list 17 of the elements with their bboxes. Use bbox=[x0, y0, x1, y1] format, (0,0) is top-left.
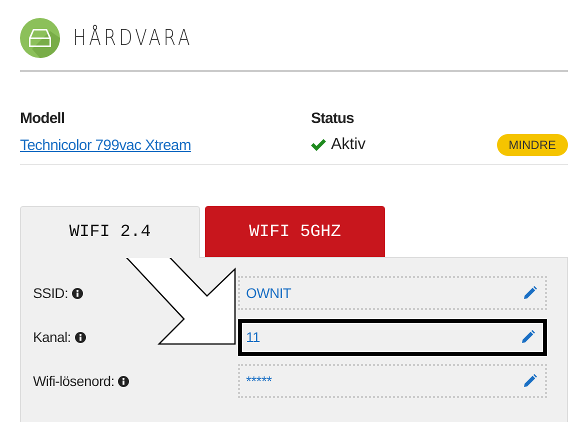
field-label: Wifi-lösenord: bbox=[33, 373, 114, 389]
column-header: Modell bbox=[20, 110, 66, 129]
input-field[interactable]: OWNIT bbox=[238, 276, 547, 310]
page-title: HÅRDVARA bbox=[73, 26, 193, 50]
field-label: SSID: bbox=[33, 285, 68, 301]
field-value: 11 bbox=[246, 329, 260, 345]
column-header: Status bbox=[311, 110, 355, 129]
tab[interactable]: WIFI 5GHZ bbox=[205, 206, 385, 257]
less-button[interactable]: MINDRE bbox=[496, 134, 568, 156]
tab[interactable]: WIFI 2.4 bbox=[20, 206, 200, 258]
field-value: ***** bbox=[246, 373, 272, 389]
status-text: Aktiv bbox=[331, 136, 366, 154]
field-value: OWNIT bbox=[246, 285, 292, 301]
model-link[interactable]: Technicolor 799vac Xtream bbox=[20, 136, 191, 154]
input-field[interactable]: 11 bbox=[238, 318, 547, 356]
field-label: Kanal: bbox=[33, 329, 71, 345]
input-field[interactable]: ***** bbox=[238, 364, 547, 398]
